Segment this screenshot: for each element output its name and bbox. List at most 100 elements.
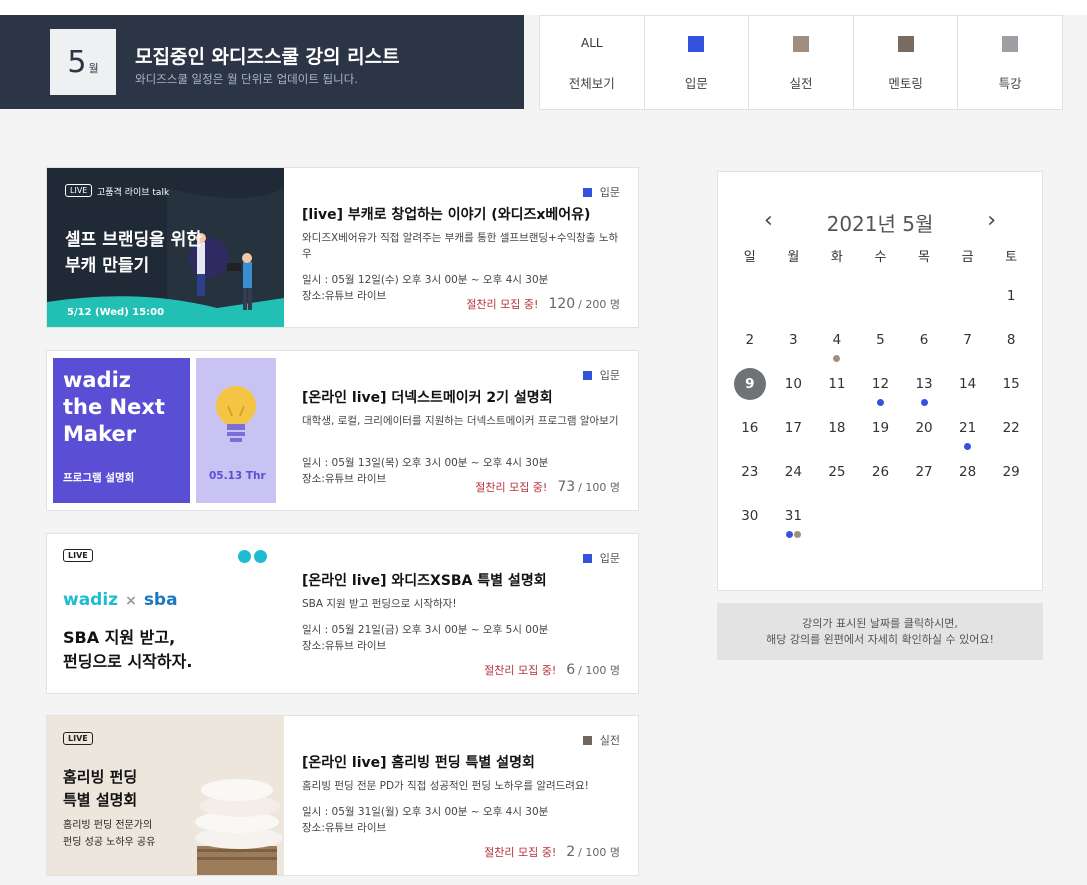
calendar-empty-cell <box>815 500 859 544</box>
calendar-day[interactable]: 27 <box>902 456 946 500</box>
day-number: 15 <box>1002 376 1020 392</box>
calendar-day[interactable]: 28 <box>946 456 990 500</box>
calendar-day[interactable]: 20 <box>902 412 946 456</box>
day-number: 19 <box>871 420 890 436</box>
thumb-line: 부캐 만들기 <box>65 256 150 276</box>
lecture-dot <box>964 443 972 450</box>
calendar-empty-cell <box>815 280 859 324</box>
day-number: 6 <box>919 332 929 348</box>
calendar-day[interactable]: 11 <box>815 368 859 412</box>
day-number: 8 <box>1006 332 1016 348</box>
calendar-day[interactable]: 24 <box>772 456 816 500</box>
chevron-right-icon[interactable]: › <box>987 208 996 233</box>
calendar-day[interactable]: 6 <box>902 324 946 368</box>
day-number: 9 <box>733 368 766 400</box>
filter-label: 특강 <box>998 76 1022 91</box>
calendar-day[interactable]: 17 <box>772 412 816 456</box>
page-title: 모집중인 와디즈스쿨 강의 리스트 <box>135 46 400 68</box>
lecture-title[interactable]: [온라인 live] 홈리빙 펀딩 특별 설명회 <box>302 752 535 772</box>
weekday-row: 일월화수목금토 <box>728 246 1033 280</box>
mentoring-color-swatch <box>897 36 914 52</box>
calendar-day[interactable]: 14 <box>946 368 990 412</box>
wadiz-logo: wadiz <box>63 590 119 610</box>
lecture-card[interactable]: wadiz the Next Maker 프로그램 설명회 05.13 Thr … <box>46 350 639 511</box>
calendar-day[interactable]: 4 <box>815 324 859 368</box>
calendar-day[interactable]: 3 <box>772 324 816 368</box>
filter-special[interactable]: 특강 <box>958 16 1062 109</box>
filter-label: 멘토링 <box>888 76 923 91</box>
lecture-thumbnail[interactable]: wadiz the Next Maker 프로그램 설명회 05.13 Thr <box>47 351 284 510</box>
calendar-day[interactable]: 12 <box>859 368 903 412</box>
lecture-card[interactable]: LIVE 홈리빙 펀딩 특별 설명회 홈리빙 펀딩 전문가의 펀딩 성공 노하우… <box>46 715 639 876</box>
lecture-title[interactable]: [온라인 live] 와디즈XSBA 특별 설명회 <box>302 570 547 590</box>
filter-practice[interactable]: 실전 <box>749 16 854 109</box>
calendar-day[interactable]: 13 <box>902 368 946 412</box>
lecture-thumbnail[interactable]: LIVE wadiz × sba SBA 지원 받고, 펀딩으로 시작하자. <box>47 534 284 693</box>
calendar-day[interactable]: 16 <box>728 412 772 456</box>
lecture-title[interactable]: [live] 부캐로 창업하는 이야기 (와디즈x베어유) <box>302 204 590 224</box>
lecture-dot <box>793 531 801 538</box>
lecture-card[interactable]: LIVE 고품격 라이브 talk 셀프 브랜딩을 위한 부캐 만들기 5/12… <box>46 167 639 328</box>
calendar-empty-cell <box>728 280 772 324</box>
filter-intro[interactable]: 입문 <box>645 16 750 109</box>
dot-icon <box>238 550 251 563</box>
status-text: 절찬리 모집 중! <box>475 481 548 494</box>
lecture-thumbnail[interactable]: LIVE 고품격 라이브 talk 셀프 브랜딩을 위한 부캐 만들기 5/12… <box>47 168 284 327</box>
day-number: 10 <box>784 376 802 392</box>
lecture-info: 입문 [온라인 live] 더넥스트메이커 2기 설명회 대학생, 로컬, 크리… <box>302 351 622 510</box>
calendar-day[interactable]: 30 <box>728 500 772 544</box>
week-row: 2 3 4 5 6 7 8 <box>728 324 1033 368</box>
lecture-thumbnail[interactable]: LIVE 홈리빙 펀딩 특별 설명회 홈리빙 펀딩 전문가의 펀딩 성공 노하우… <box>47 716 284 875</box>
calendar-day[interactable]: 10 <box>772 368 816 412</box>
calendar-day[interactable]: 25 <box>815 456 859 500</box>
calendar-day[interactable]: 29 <box>989 456 1033 500</box>
calendar-day[interactable]: 18 <box>815 412 859 456</box>
enrolled-count: 2 <box>566 844 576 860</box>
day-number: 7 <box>963 332 972 348</box>
day-number: 14 <box>959 376 977 392</box>
lecture-markers <box>815 355 859 362</box>
calendar-empty-cell <box>946 500 990 544</box>
calendar-day[interactable]: 23 <box>728 456 772 500</box>
dot-icon <box>254 550 267 563</box>
calendar-day[interactable]: 26 <box>859 456 903 500</box>
category-tag: 입문 <box>582 367 620 383</box>
calendar-day[interactable]: 22 <box>989 412 1033 456</box>
calendar-day[interactable]: 21 <box>946 412 990 456</box>
weekday-label: 토 <box>1005 250 1018 265</box>
thumb-label: 프로그램 설명회 <box>63 472 135 484</box>
thumb-date: 5/12 (Wed) 15:00 <box>67 307 165 318</box>
category-color-square <box>582 735 592 745</box>
lecture-dot <box>833 355 841 362</box>
filter-mentoring[interactable]: 멘토링 <box>854 16 959 109</box>
calendar-day[interactable]: 19 <box>859 412 903 456</box>
category-label: 실전 <box>599 734 620 747</box>
calendar-day[interactable]: 7 <box>946 324 990 368</box>
practice-color-swatch <box>792 36 809 52</box>
lecture-markers <box>946 443 990 450</box>
day-number: 4 <box>832 332 842 348</box>
day-number: 18 <box>828 420 846 436</box>
calendar-day[interactable]: 2 <box>728 324 772 368</box>
capacity: / 200 명 <box>578 298 620 311</box>
calendar-day[interactable]: 31 <box>772 500 816 544</box>
calendar-day[interactable]: 9 <box>728 368 772 412</box>
capacity: / 100 명 <box>578 664 620 677</box>
lecture-card[interactable]: LIVE wadiz × sba SBA 지원 받고, 펀딩으로 시작하자. 입… <box>46 533 639 694</box>
day-number: 25 <box>828 464 846 480</box>
day-number: 24 <box>784 464 802 480</box>
status-text: 절찬리 모집 중! <box>466 298 539 311</box>
calendar-day[interactable]: 8 <box>989 324 1033 368</box>
calendar-day[interactable]: 5 <box>859 324 903 368</box>
calendar-day[interactable]: 1 <box>989 280 1033 324</box>
lecture-dot <box>785 531 793 538</box>
live-badge: LIVE <box>63 732 93 745</box>
thumb-line: SBA 지원 받고, <box>63 628 176 647</box>
status-text: 절찬리 모집 중! <box>484 846 557 859</box>
lecture-place: 장소:유튜브 라이브 <box>302 473 387 485</box>
enrollment-status: 절찬리 모집 중! 120 / 200 명 <box>466 296 620 312</box>
filter-all[interactable]: ALL 전체보기 <box>540 16 645 109</box>
lecture-title[interactable]: [온라인 live] 더넥스트메이커 2기 설명회 <box>302 387 553 407</box>
calendar-day[interactable]: 15 <box>989 368 1033 412</box>
thumb-x: × <box>125 593 137 609</box>
